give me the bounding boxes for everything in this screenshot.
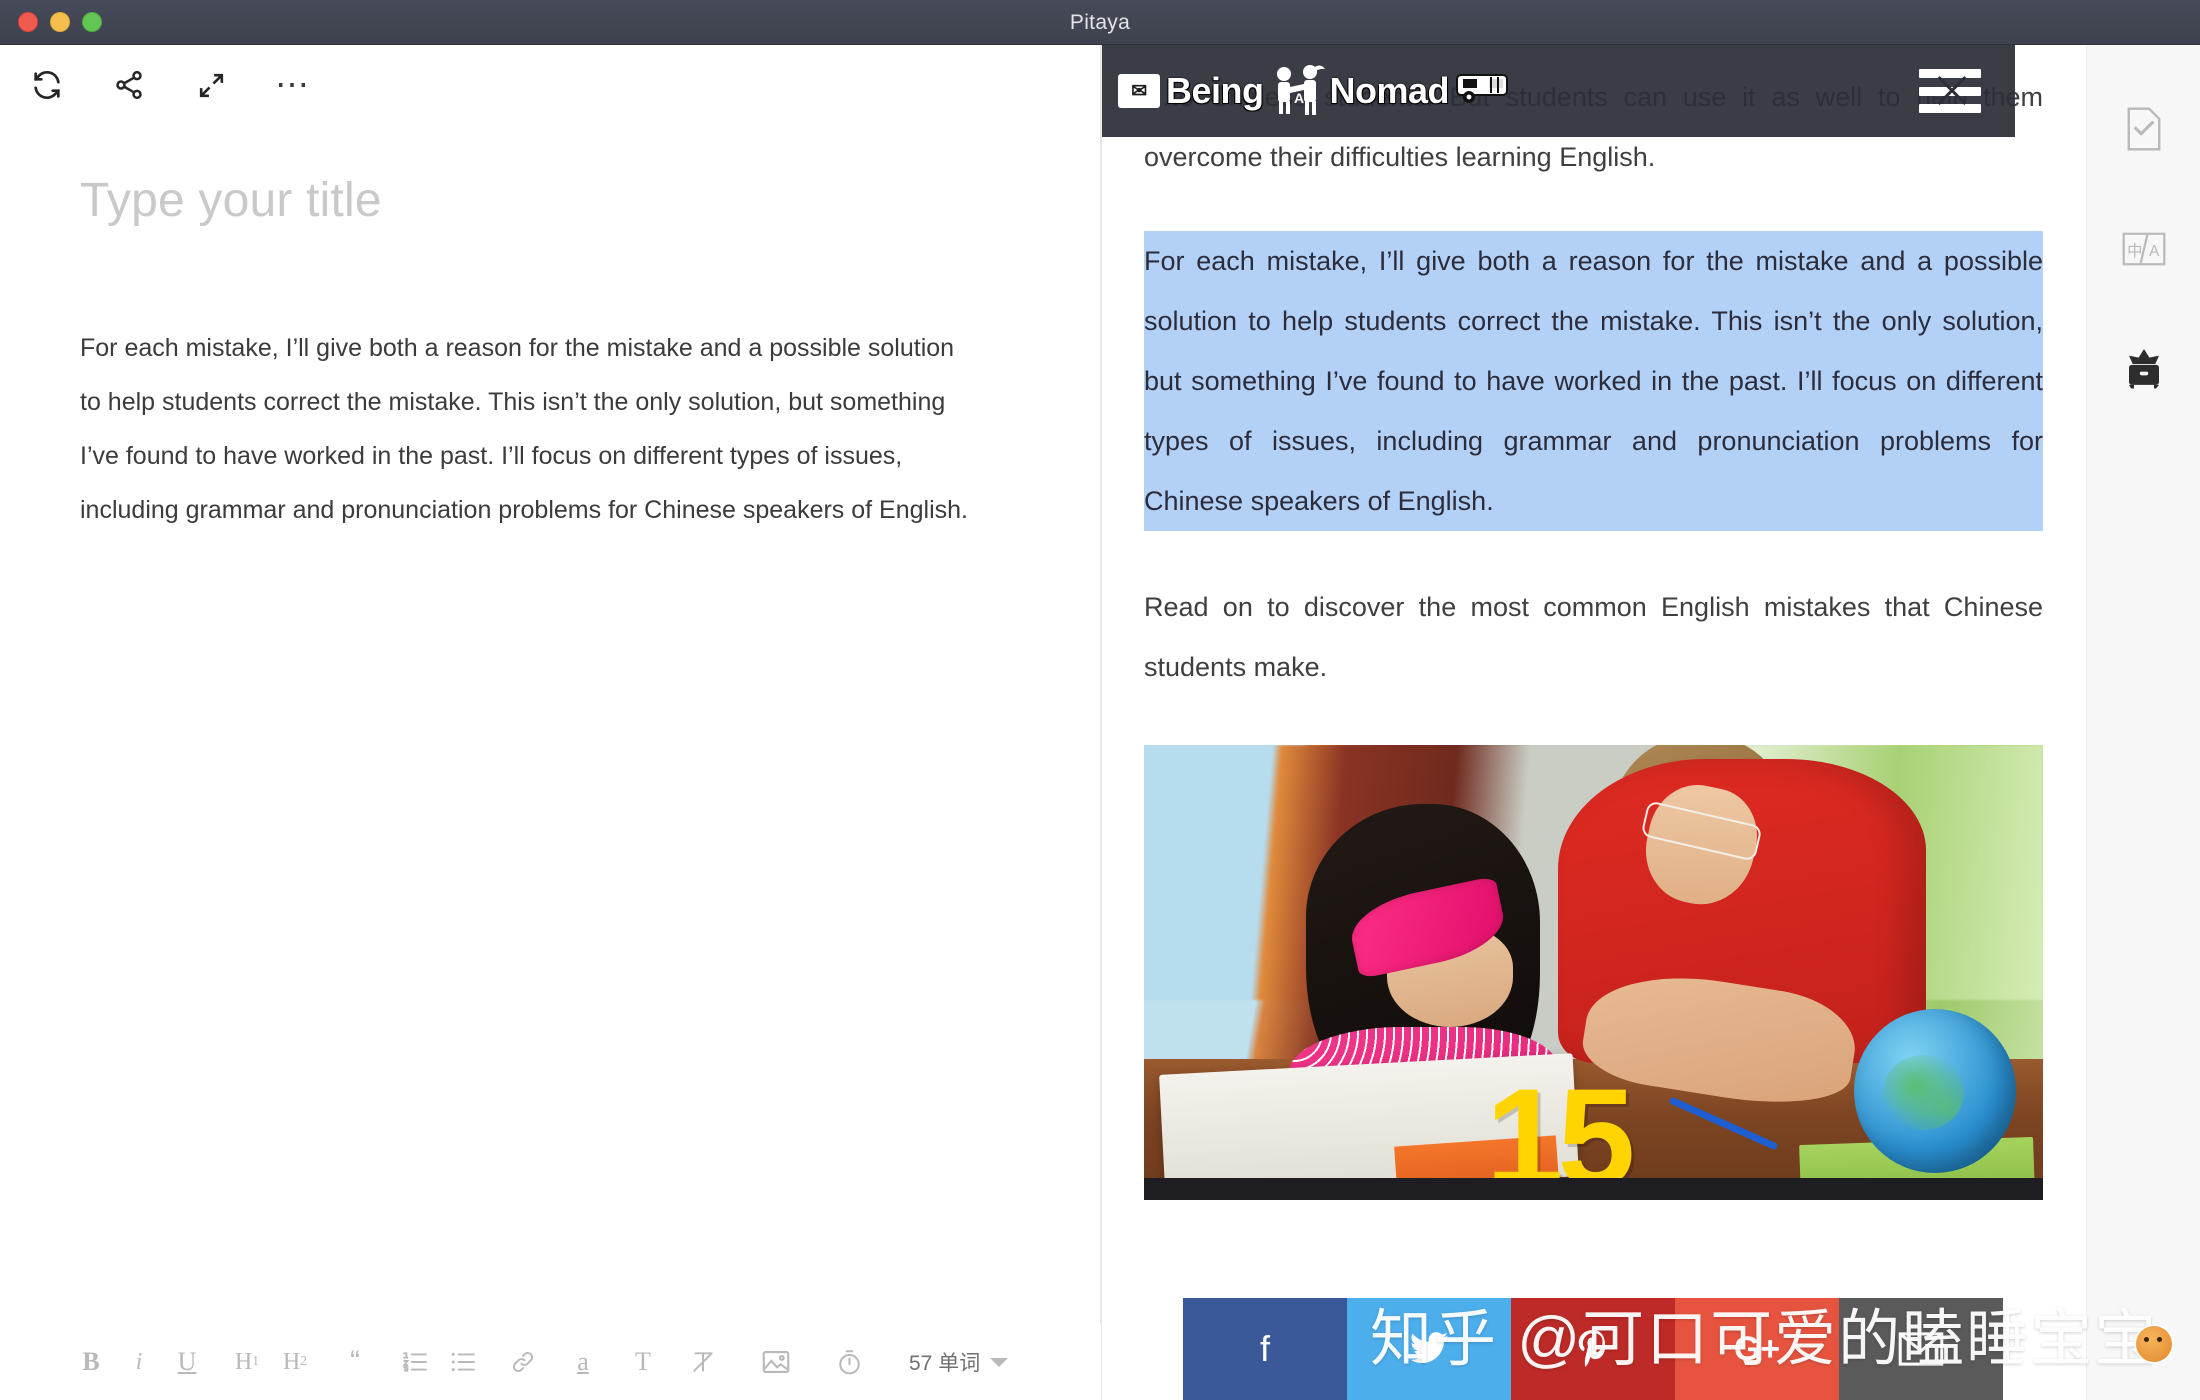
heading1-sub: 1 — [252, 1354, 260, 1369]
logo-text-being: Being — [1166, 70, 1264, 111]
blockquote-button[interactable]: “ — [342, 1340, 368, 1384]
maximize-window-button[interactable] — [82, 12, 102, 32]
heading1-button[interactable]: H1 — [234, 1340, 260, 1384]
heading1-label: H — [234, 1348, 253, 1375]
googleplus-icon: G+ — [1733, 1329, 1781, 1368]
site-logo[interactable]: ✉ Being A Nomad — [1118, 61, 1511, 121]
logo-van-icon — [1455, 67, 1511, 116]
translate-icon[interactable]: 中 A — [2120, 225, 2168, 273]
ordered-list-icon[interactable] — [402, 1340, 428, 1384]
article-image: 15 — [1144, 745, 2043, 1200]
svg-text:A: A — [2149, 243, 2160, 260]
facebook-icon: f — [1259, 1328, 1270, 1369]
sync-icon[interactable] — [26, 64, 68, 106]
chevron-down-icon — [990, 1357, 1009, 1367]
share-icon[interactable] — [108, 64, 150, 106]
document-check-icon[interactable] — [2120, 105, 2168, 153]
bold-button[interactable]: B — [78, 1340, 104, 1384]
social-share-bar: f G+ — [1183, 1298, 2003, 1400]
logo-text-nomad: Nomad — [1329, 70, 1450, 111]
envelope-icon — [1898, 1332, 1944, 1366]
document-body-text[interactable]: For each mistake, I’ll give both a reaso… — [80, 321, 980, 537]
word-count-dropdown[interactable]: 57 单词 — [909, 1347, 1009, 1377]
logo-people-icon: A — [1268, 65, 1326, 117]
heading2-label: H — [282, 1348, 301, 1375]
editor-pane: ⋯ Type your title For each mistake, I’ll… — [0, 45, 1101, 1400]
email-share-button[interactable] — [1839, 1298, 2003, 1400]
format-toolbar: B i U H1 H2 “ a T 57 单词 — [0, 1324, 1101, 1400]
link-icon[interactable] — [510, 1340, 536, 1384]
close-window-button[interactable] — [18, 12, 38, 32]
fullscreen-icon[interactable] — [190, 64, 232, 106]
underline-button[interactable]: U — [174, 1340, 200, 1384]
twitter-icon — [1408, 1330, 1450, 1368]
text-style-button[interactable]: T — [630, 1340, 656, 1384]
preview-content: …to Chinese students. But students can u… — [1102, 45, 2085, 1200]
svg-text:中: 中 — [2127, 243, 2142, 260]
timer-icon[interactable] — [836, 1340, 863, 1384]
facebook-share-button[interactable]: f — [1183, 1298, 1347, 1400]
svg-text:A: A — [1294, 90, 1304, 106]
preview-paragraph-after: Read on to discover the most common Engl… — [1144, 592, 2043, 682]
window-title: Pitaya — [1069, 11, 1131, 34]
preview-paragraph-highlighted[interactable]: For each mistake, I’ll give both a reaso… — [1144, 231, 2043, 531]
googleplus-share-button[interactable]: G+ — [1675, 1298, 1839, 1400]
app-window: Pitaya ⋯ Type your title For each mistak… — [0, 0, 2200, 1400]
clear-format-icon[interactable] — [690, 1340, 716, 1384]
site-header-overlay: ✉ Being A Nomad — [1102, 45, 2015, 137]
document-title-input[interactable]: Type your title — [80, 173, 382, 228]
pinterest-share-button[interactable] — [1511, 1298, 1675, 1400]
pinterest-icon — [1574, 1328, 1612, 1370]
heading2-button[interactable]: H2 — [282, 1340, 308, 1384]
italic-button[interactable]: i — [126, 1340, 152, 1384]
logo-badge-icon: ✉ — [1118, 74, 1160, 108]
heading2-sub: 2 — [300, 1354, 308, 1369]
watermark-avatar — [2136, 1326, 2172, 1362]
minimize-window-button[interactable] — [50, 12, 70, 32]
twitter-share-button[interactable] — [1347, 1298, 1511, 1400]
hamburger-menu-icon[interactable] — [1919, 69, 1981, 113]
article-image-bottom-bar — [1144, 1178, 2043, 1200]
editor-toolbar: ⋯ — [0, 45, 1100, 125]
more-icon[interactable]: ⋯ — [272, 64, 314, 106]
window-controls — [18, 12, 102, 32]
archive-star-icon[interactable] — [2120, 345, 2168, 393]
word-count-label: 57 单词 — [909, 1352, 981, 1375]
right-rail: 中 A — [2086, 45, 2200, 1400]
title-bar: Pitaya — [0, 0, 2200, 45]
preview-pane[interactable]: …to Chinese students. But students can u… — [1102, 45, 2085, 1400]
image-icon[interactable] — [762, 1340, 790, 1384]
highlight-button[interactable]: a — [570, 1340, 596, 1384]
unordered-list-icon[interactable] — [450, 1340, 476, 1384]
